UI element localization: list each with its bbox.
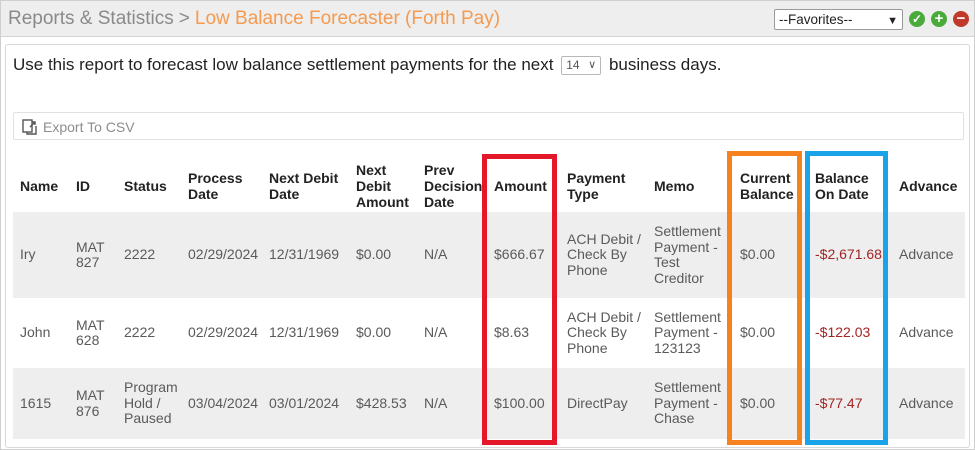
export-icon (22, 119, 37, 135)
plus-icon[interactable]: + (931, 11, 947, 27)
cell-amount: $666.67 (487, 212, 560, 298)
column-header-process-date[interactable]: Process Date (181, 159, 262, 212)
cell-next-debit-date: 12/31/1969 (262, 212, 349, 298)
cell-payment-type: ACH Debit / Check By Phone (560, 298, 647, 368)
cell-next-debit-amount: $0.00 (349, 298, 417, 368)
breadcrumb: Reports & Statistics > Low Balance Forecas… (8, 8, 500, 30)
table-header-row: Name ID Status Process Date Next Debit D… (13, 159, 965, 212)
column-header-prev-decision-date[interactable]: Prev Decision Date (417, 159, 487, 212)
check-icon[interactable]: ✓ (909, 11, 925, 27)
cell-balance-on-date: -$122.03 (808, 298, 892, 368)
cell-status: 2222 (117, 298, 181, 368)
cell-balance-on-date: -$77.47 (808, 368, 892, 439)
chevron-down-icon: ∨ (588, 59, 597, 72)
cell-advance: Advance (892, 212, 965, 298)
cell-balance-on-date: -$2,671.68 (808, 212, 892, 298)
column-header-advance[interactable]: Advance (892, 159, 965, 212)
cell-id: MAT 628 (69, 298, 117, 368)
table-row: John MAT 628 2222 02/29/2024 12/31/1969 … (13, 298, 965, 368)
column-header-status[interactable]: Status (117, 159, 181, 212)
export-csv-label: Export To CSV (43, 119, 135, 135)
cell-next-debit-date: 03/01/2024 (262, 368, 349, 439)
minus-icon[interactable]: − (953, 11, 969, 27)
cell-name: Iry (13, 212, 69, 298)
column-header-current-balance[interactable]: Current Balance (733, 159, 808, 212)
page-header: Reports & Statistics > Low Balance Forecas… (1, 1, 974, 37)
cell-prev-decision-date: N/A (417, 368, 487, 439)
cell-next-debit-amount: $0.00 (349, 212, 417, 298)
cell-advance: Advance (892, 368, 965, 439)
cell-memo: Settlement Payment - Test Creditor (647, 212, 733, 298)
intro-text-after: business days. (608, 55, 722, 74)
app-window: Reports & Statistics > Low Balance Forecas… (0, 0, 975, 450)
cell-process-date: 02/29/2024 (181, 298, 262, 368)
cell-name: John (13, 298, 69, 368)
cell-name: 1615 (13, 368, 69, 439)
cell-status: 2222 (117, 212, 181, 298)
breadcrumb-current: Low Balance Forecaster (Forth Pay) (194, 8, 501, 29)
cell-current-balance: $0.00 (733, 368, 808, 439)
breadcrumb-separator: > (178, 8, 190, 29)
cell-current-balance: $0.00 (733, 212, 808, 298)
cell-next-debit-date: 12/31/1969 (262, 298, 349, 368)
cell-current-balance: $0.00 (733, 298, 808, 368)
column-header-name[interactable]: Name (13, 159, 69, 212)
column-header-next-debit-date[interactable]: Next Debit Date (262, 159, 349, 212)
breadcrumb-parent[interactable]: Reports & Statistics (8, 8, 174, 29)
cell-payment-type: ACH Debit / Check By Phone (560, 212, 647, 298)
table-row: Iry MAT 827 2222 02/29/2024 12/31/1969 $… (13, 212, 965, 298)
cell-memo: Settlement Payment - Chase (647, 368, 733, 439)
chevron-down-icon: ▼ (887, 15, 898, 27)
cell-memo: Settlement Payment - 123123 (647, 298, 733, 368)
cell-amount: $8.63 (487, 298, 560, 368)
cell-prev-decision-date: N/A (417, 298, 487, 368)
report-intro: Use this report to forecast low balance … (13, 55, 722, 76)
table-row: 1615 MAT 876 Program Hold / Paused 03/04… (13, 368, 965, 439)
favorites-select[interactable]: --Favorites-- ▼ (774, 9, 903, 30)
column-header-next-debit-amount[interactable]: Next Debit Amount (349, 159, 417, 212)
column-header-id[interactable]: ID (69, 159, 117, 212)
cell-process-date: 03/04/2024 (181, 368, 262, 439)
forecast-table: Name ID Status Process Date Next Debit D… (13, 159, 965, 439)
column-header-amount[interactable]: Amount (487, 159, 560, 212)
cell-next-debit-amount: $428.53 (349, 368, 417, 439)
business-days-value: 14 (566, 58, 580, 73)
cell-payment-type: DirectPay (560, 368, 647, 439)
intro-text-before: Use this report to forecast low balance … (13, 55, 554, 74)
cell-id: MAT 876 (69, 368, 117, 439)
column-header-memo[interactable]: Memo (647, 159, 733, 212)
cell-prev-decision-date: N/A (417, 212, 487, 298)
cell-advance: Advance (892, 298, 965, 368)
cell-id: MAT 827 (69, 212, 117, 298)
cell-process-date: 02/29/2024 (181, 212, 262, 298)
column-header-payment-type[interactable]: Payment Type (560, 159, 647, 212)
cell-amount: $100.00 (487, 368, 560, 439)
favorites-selected-value: --Favorites-- (779, 12, 853, 27)
column-header-balance-on-date[interactable]: Balance On Date (808, 159, 892, 212)
cell-status: Program Hold / Paused (117, 368, 181, 439)
business-days-select[interactable]: 14 ∨ (561, 56, 602, 76)
export-csv-button[interactable]: Export To CSV (13, 112, 964, 140)
